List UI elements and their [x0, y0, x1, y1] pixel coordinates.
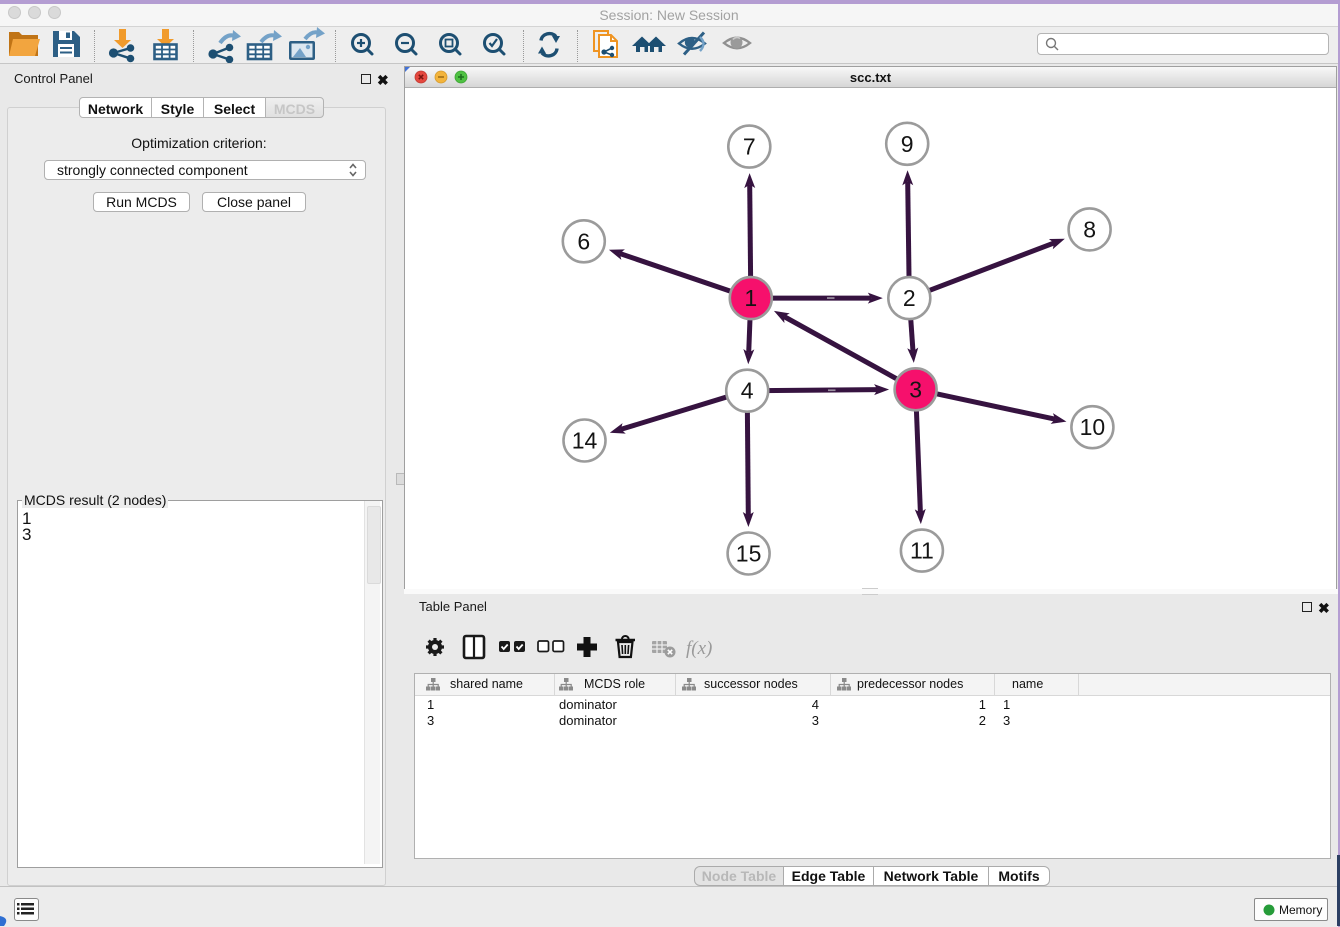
svg-text:3: 3	[909, 376, 922, 402]
svg-text:10: 10	[1080, 414, 1106, 440]
svg-text:9: 9	[901, 131, 914, 157]
svg-text:15: 15	[736, 541, 762, 567]
svg-text:2: 2	[903, 285, 916, 311]
svg-text:14: 14	[572, 428, 598, 454]
svg-text:11: 11	[910, 538, 934, 564]
svg-text:4: 4	[741, 378, 754, 404]
svg-text:1: 1	[744, 285, 757, 311]
svg-text:7: 7	[743, 134, 756, 160]
svg-text:6: 6	[577, 228, 590, 254]
svg-text:8: 8	[1083, 216, 1096, 242]
svg-text:f(x): f(x)	[686, 638, 712, 659]
